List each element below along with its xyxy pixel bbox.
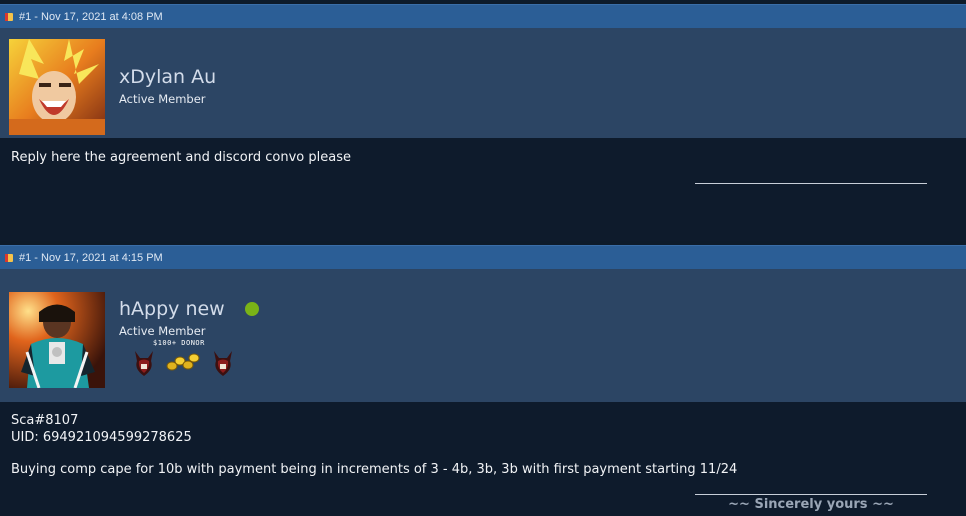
post-1: #1 - Nov 17, 2021 at 4:08 PM xDylan Au A… [0, 4, 966, 245]
donor-badge-label: $100+ DONOR [153, 339, 205, 347]
devil-badge-icon [212, 349, 234, 381]
signature-divider [695, 183, 927, 184]
online-status-icon [245, 302, 259, 316]
post-icon [4, 12, 14, 22]
signature-text: ~~ Sincerely yours ~~ [728, 497, 894, 512]
message-text: Reply here the agreement and discord con… [11, 150, 351, 165]
gold-coins-icon [166, 351, 200, 375]
user-info: xDylan Au Active Member [0, 28, 966, 138]
user-title: Active Member [119, 324, 206, 338]
user-title: Active Member [119, 92, 206, 106]
avatar[interactable] [9, 39, 105, 135]
devil-badge-icon [133, 349, 155, 381]
post-body: Reply here the agreement and discord con… [0, 138, 966, 241]
post-2: #1 - Nov 17, 2021 at 4:15 PM hAppy new A… [0, 245, 966, 516]
message-line: Buying comp cape for 10b with payment be… [11, 462, 738, 477]
post-permalink[interactable]: #1 - Nov 17, 2021 at 4:08 PM [19, 11, 163, 23]
post-body: Sca#8107 UID: 694921094599278625 Buying … [0, 402, 966, 516]
message-line: Sca#8107 [11, 413, 79, 428]
signature-divider [695, 494, 927, 495]
message-line: UID: 694921094599278625 [11, 430, 192, 445]
username[interactable]: xDylan Au [119, 66, 216, 88]
post-permalink[interactable]: #1 - Nov 17, 2021 at 4:15 PM [19, 252, 163, 264]
post-header: #1 - Nov 17, 2021 at 4:08 PM [0, 4, 966, 28]
username[interactable]: hAppy new [119, 298, 225, 320]
post-icon [4, 253, 14, 263]
post-header: #1 - Nov 17, 2021 at 4:15 PM [0, 245, 966, 269]
user-info: hAppy new Active Member $100+ DONOR [0, 269, 966, 402]
avatar[interactable] [9, 292, 105, 389]
